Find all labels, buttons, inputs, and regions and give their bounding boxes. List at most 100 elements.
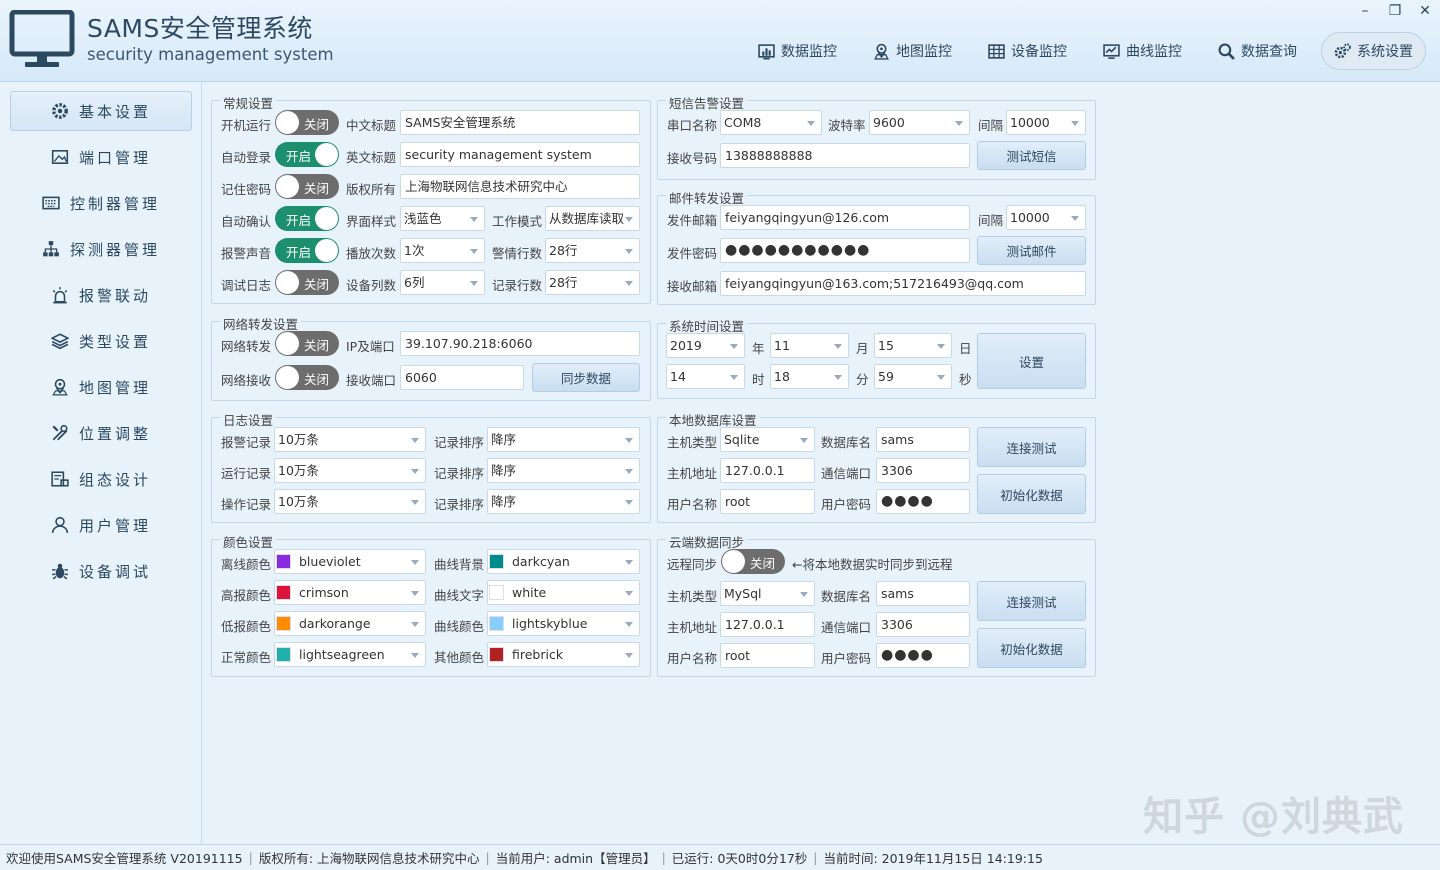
color-select[interactable]: lightskyblue <box>487 611 640 636</box>
cloud-connect-test-button[interactable]: 连接测试 <box>977 581 1086 621</box>
remember-toggle[interactable]: 关闭 <box>275 174 339 199</box>
local-user-input[interactable]: root <box>720 489 815 514</box>
set-time-button[interactable]: 设置 <box>977 333 1086 389</box>
sidebar-item-alarm-linkage[interactable]: 报警联动 <box>10 275 192 315</box>
local-port-input[interactable]: 3306 <box>876 458 970 483</box>
autoconfirm-toggle[interactable]: 开启 <box>275 206 339 231</box>
ip-port-input[interactable]: 39.107.90.218:6060 <box>400 331 640 356</box>
play-count-select[interactable]: 1次 <box>400 238 485 263</box>
sender-mail-input[interactable]: feiyangqingyun@126.com <box>720 205 970 230</box>
sidebar-item-user-management[interactable]: 用户管理 <box>10 505 192 545</box>
select-value: 从数据库读取 <box>549 211 625 226</box>
alarm-rows-select[interactable]: 28行 <box>545 238 640 263</box>
nav-device-monitor[interactable]: 设备监控 <box>970 32 1085 70</box>
recv-mail-input[interactable]: feiyangqingyun@163.com;517216493@qq.com <box>720 271 1086 296</box>
autostart-toggle[interactable]: 关闭 <box>275 110 339 135</box>
local-connect-test-button[interactable]: 连接测试 <box>977 427 1086 467</box>
op-sort-select[interactable]: 降序 <box>487 489 640 514</box>
net-forward-toggle[interactable]: 关闭 <box>275 331 339 356</box>
sms-interval-select[interactable]: 10000 <box>1006 110 1086 135</box>
device-cols-select[interactable]: 6列 <box>400 270 485 295</box>
hour-select[interactable]: 14 <box>666 364 745 389</box>
color-select[interactable]: white <box>487 580 640 605</box>
day-select[interactable]: 15 <box>874 333 952 358</box>
run-log-select[interactable]: 10万条 <box>274 458 426 483</box>
sidebar-item-type-settings[interactable]: 类型设置 <box>10 321 192 361</box>
sidebar-item-map-management[interactable]: 地图管理 <box>10 367 192 407</box>
mail-interval-select[interactable]: 10000 <box>1006 205 1086 230</box>
sidebar-item-device-debug[interactable]: 设备调试 <box>10 551 192 591</box>
remote-sync-label: 远程同步 <box>667 557 718 572</box>
cloud-db-name-input[interactable]: sams <box>876 581 970 606</box>
map-pin-icon <box>52 378 68 396</box>
cloud-port-input[interactable]: 3306 <box>876 612 970 637</box>
sender-pwd-input[interactable]: ●●●●●●●●●●● <box>720 238 970 263</box>
close-button[interactable]: ✕ <box>1418 3 1432 19</box>
host-type-label: 主机类型 <box>667 589 718 604</box>
remote-sync-toggle[interactable]: 关闭 <box>721 549 785 574</box>
copyright-input[interactable]: 上海物联网信息技术研究中心 <box>400 174 640 199</box>
test-mail-button[interactable]: 测试邮件 <box>977 236 1086 265</box>
cloud-user-input[interactable]: root <box>720 643 815 668</box>
local-init-data-button[interactable]: 初始化数据 <box>977 474 1086 514</box>
alarm-sound-toggle[interactable]: 开启 <box>275 238 339 263</box>
record-rows-select[interactable]: 28行 <box>545 270 640 295</box>
serial-port-select[interactable]: COM8 <box>720 110 822 135</box>
select-value: 28行 <box>549 243 578 258</box>
status-uptime: 已运行: 0天0时0分17秒 <box>671 851 808 866</box>
restore-button[interactable]: ❐ <box>1388 3 1402 19</box>
color-select[interactable]: darkcyan <box>487 549 640 574</box>
select-value: 59 <box>878 369 894 384</box>
sync-data-button[interactable]: 同步数据 <box>532 363 640 392</box>
year-select[interactable]: 2019 <box>666 333 745 358</box>
minimize-button[interactable]: – <box>1358 3 1372 19</box>
alarm-sort-select[interactable]: 降序 <box>487 427 640 452</box>
month-select[interactable]: 11 <box>770 333 849 358</box>
local-db-name-input[interactable]: sams <box>876 427 970 452</box>
color-select[interactable]: blueviolet <box>274 549 426 574</box>
run-sort-select[interactable]: 降序 <box>487 458 640 483</box>
nav-map-monitor[interactable]: 地图监控 <box>855 32 970 70</box>
baud-select[interactable]: 9600 <box>869 110 970 135</box>
nav-label: 数据查询 <box>1241 44 1297 60</box>
sidebar-item-basic-settings[interactable]: 基本设置 <box>10 91 192 131</box>
local-pwd-input[interactable]: ●●●● <box>876 489 970 514</box>
second-select[interactable]: 59 <box>874 364 952 389</box>
sidebar-item-port-management[interactable]: 端口管理 <box>10 137 192 177</box>
cloud-init-data-button[interactable]: 初始化数据 <box>977 628 1086 668</box>
local-host-type-select[interactable]: Sqlite <box>720 427 815 452</box>
color-select[interactable]: crimson <box>274 580 426 605</box>
sidebar-item-controller-management[interactable]: 控制器管理 <box>10 183 192 223</box>
op-log-select[interactable]: 10万条 <box>274 489 426 514</box>
nav-data-query[interactable]: 数据查询 <box>1200 32 1315 70</box>
local-host-input[interactable]: 127.0.0.1 <box>720 458 815 483</box>
work-mode-select[interactable]: 从数据库读取 <box>545 206 640 231</box>
sidebar-item-position-adjust[interactable]: 位置调整 <box>10 413 192 453</box>
select-value: 降序 <box>491 432 517 447</box>
recv-port-input[interactable]: 6060 <box>400 365 524 390</box>
color-select[interactable]: darkorange <box>274 611 426 636</box>
cn-title-input[interactable]: SAMS安全管理系统 <box>400 110 640 135</box>
nav-curve-monitor[interactable]: 曲线监控 <box>1085 32 1200 70</box>
alarm-log-select[interactable]: 10万条 <box>274 427 426 452</box>
en-title-input[interactable]: security management system <box>400 142 640 167</box>
remember-label: 记住密码 <box>221 182 272 197</box>
ui-style-select[interactable]: 浅蓝色 <box>400 206 485 231</box>
autologin-toggle[interactable]: 开启 <box>275 142 339 167</box>
recv-number-input[interactable]: 13888888888 <box>720 143 970 168</box>
cloud-host-input[interactable]: 127.0.0.1 <box>720 612 815 637</box>
nav-data-monitor[interactable]: 数据监控 <box>740 32 855 70</box>
cloud-pwd-input[interactable]: ●●●● <box>876 643 970 668</box>
sidebar-item-config-design[interactable]: 组态设计 <box>10 459 192 499</box>
nav-label: 数据监控 <box>781 44 837 60</box>
color-select[interactable]: firebrick <box>487 642 640 667</box>
cloud-host-type-select[interactable]: MySql <box>720 581 815 606</box>
color-select[interactable]: lightseagreen <box>274 642 426 667</box>
net-receive-toggle[interactable]: 关闭 <box>275 365 339 390</box>
debug-log-toggle[interactable]: 关闭 <box>275 270 339 295</box>
sidebar-item-detector-management[interactable]: 探测器管理 <box>10 229 192 269</box>
sidebar-item-label: 设备调试 <box>78 562 151 581</box>
minute-select[interactable]: 18 <box>770 364 849 389</box>
test-sms-button[interactable]: 测试短信 <box>977 141 1086 170</box>
nav-system-settings[interactable]: 系统设置 <box>1321 32 1426 70</box>
